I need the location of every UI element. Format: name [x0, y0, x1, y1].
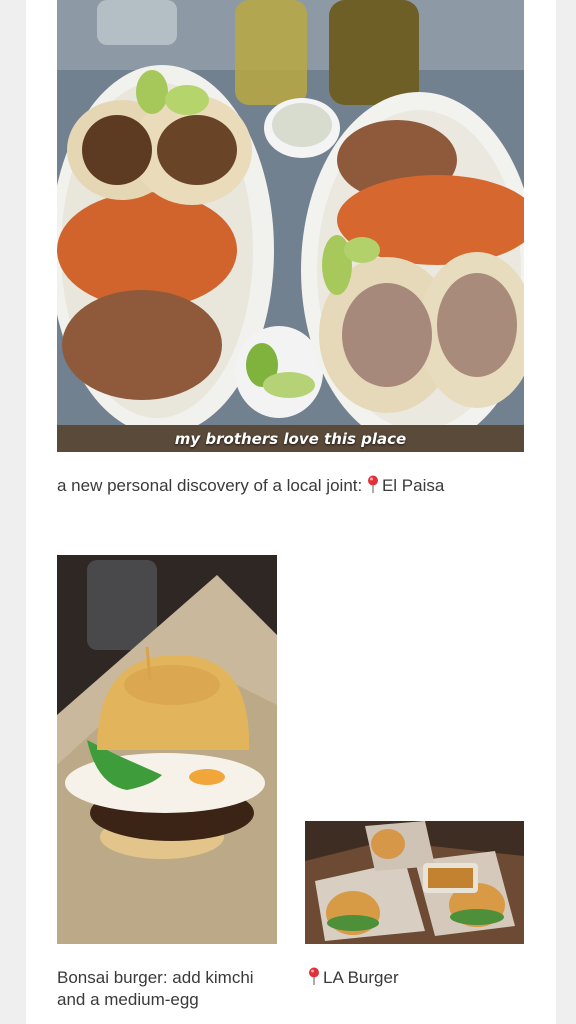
location-pin-icon — [308, 967, 320, 991]
story-page: my brothers love this place a new person… — [26, 0, 556, 1024]
photo-overlay-text: my brothers love this place — [174, 430, 407, 448]
burger-illustration — [57, 555, 277, 944]
caption-la-burger: LA Burger — [308, 967, 528, 991]
place-name-la-burger[interactable]: LA Burger — [323, 968, 399, 987]
tacos-photo[interactable]: my brothers love this place — [57, 0, 524, 452]
la-burger-photo[interactable] — [305, 821, 524, 944]
place-name-el-paisa[interactable]: El Paisa — [382, 476, 444, 495]
bonsai-burger-photo[interactable] — [57, 555, 277, 944]
caption-el-paisa: a new personal discovery of a local join… — [57, 475, 527, 499]
tacos-illustration — [57, 0, 524, 452]
la-burger-illustration — [305, 821, 524, 944]
caption-bonsai-burger: Bonsai burger: add kimchi and a medium-e… — [57, 968, 254, 1009]
caption-text: a new personal discovery of a local join… — [57, 476, 363, 495]
location-pin-icon — [367, 475, 379, 499]
